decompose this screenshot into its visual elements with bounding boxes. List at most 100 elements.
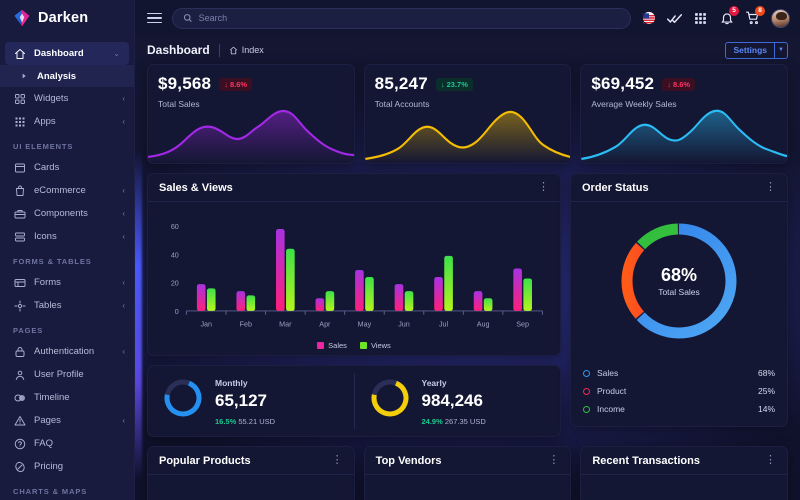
sidebar-item-timeline[interactable]: Timeline	[0, 386, 134, 409]
mini-value: 984,246	[422, 391, 486, 411]
sidebar-item-label: Icons	[34, 231, 114, 242]
order-status-row-product[interactable]: Product 25%	[583, 382, 775, 400]
brand[interactable]: Darken	[0, 0, 134, 36]
sidebar-item-pages[interactable]: Pages‹	[0, 409, 134, 432]
svg-text:60: 60	[171, 222, 179, 231]
home-icon-wrap	[13, 47, 26, 60]
flag-us-icon[interactable]	[641, 11, 656, 26]
search-icon	[183, 13, 193, 23]
brand-name: Darken	[38, 10, 88, 26]
question-circle-icon-wrap	[13, 437, 26, 450]
donut-center-value: 68%	[658, 265, 700, 286]
sidebar-item-dashboard[interactable]: Dashboard⌄	[5, 42, 129, 65]
mini-pct: 24.9%	[422, 417, 443, 426]
sales-views-header: Sales & Views ⋮	[148, 174, 560, 202]
search-box[interactable]	[172, 8, 631, 29]
donut-center-label: Total Sales	[658, 287, 700, 297]
lock-icon-wrap	[13, 345, 26, 358]
sidebar-item-ecommerce[interactable]: eCommerce ‹	[0, 179, 134, 202]
sidebar-item-forms[interactable]: Forms‹	[0, 271, 134, 294]
sidebar-subitem-analysis[interactable]: Analysis	[0, 65, 134, 87]
sidebar-item-cards[interactable]: Cards	[0, 156, 134, 179]
order-status-donut: 68%Total Sales	[571, 202, 787, 360]
sidebar-item-label: Cards	[34, 162, 125, 173]
mini-pct: 16.5%	[215, 417, 236, 426]
lock-icon	[14, 346, 26, 358]
legend-item-views[interactable]: Views	[360, 341, 391, 350]
order-status-label: Product	[597, 386, 626, 396]
toolbox-icon-wrap	[13, 207, 26, 220]
sidebar-section-pages: PAGES	[0, 317, 134, 340]
dots-vertical-icon[interactable]: ⋮	[548, 455, 559, 466]
dots-vertical-icon[interactable]: ⋮	[765, 182, 776, 193]
sidebar-item-label: eCommerce	[34, 185, 114, 196]
sidebar-section-charts-maps: CHARTS & MAPS	[0, 478, 134, 500]
settings-button[interactable]: Settings ▼	[725, 42, 788, 59]
sidebar-item-user-profile[interactable]: User Profile	[0, 363, 134, 386]
legend-item-sales[interactable]: Sales	[317, 341, 347, 350]
dots-vertical-icon[interactable]: ⋮	[538, 182, 549, 193]
sidebar-item-apps[interactable]: Apps‹	[0, 110, 134, 133]
dots-vertical-icon[interactable]: ⋮	[332, 455, 343, 466]
chevron-left-icon[interactable]: ‹	[122, 117, 125, 126]
sidebar-item-authentication[interactable]: Authentication‹	[0, 340, 134, 363]
widgets-icon	[14, 93, 26, 105]
sales-views-title: Sales & Views	[159, 182, 538, 194]
chevron-left-icon[interactable]: ‹	[122, 209, 125, 218]
chevron-left-icon[interactable]: ‹	[122, 278, 125, 287]
tag-icon	[14, 461, 26, 473]
bell-icon[interactable]: 5	[719, 11, 734, 26]
sidebar-item-label: Timeline	[34, 392, 125, 403]
sidebar-item-faq[interactable]: FAQ	[0, 432, 134, 455]
stat-sparkline	[581, 105, 787, 163]
chevron-left-icon[interactable]: ‹	[122, 94, 125, 103]
settings-label: Settings	[726, 45, 774, 55]
user-icon	[14, 369, 26, 381]
chevron-left-icon[interactable]: ‹	[122, 347, 125, 356]
sidebar-item-components[interactable]: Components‹	[0, 202, 134, 225]
order-status-header: Order Status ⋮	[571, 174, 787, 202]
order-status-value: 25%	[758, 386, 775, 396]
apps-grid-icon[interactable]	[693, 11, 708, 26]
stat-delta-badge: ↓8.6%	[662, 78, 695, 91]
settings-caret-icon[interactable]: ▼	[774, 43, 787, 58]
arrow-up-icon: ↓	[441, 80, 445, 89]
sidebar-item-widgets[interactable]: Widgets‹	[0, 87, 134, 110]
double-check-icon[interactable]	[667, 11, 682, 26]
dashboard-app: Darken Dashboard⌄AnalysisWidgets‹Apps‹UI…	[0, 0, 800, 500]
cart-icon[interactable]: 8	[745, 11, 760, 26]
topbar-icons: 5 8	[641, 9, 790, 28]
chevron-left-icon[interactable]: ‹	[122, 301, 125, 310]
sidebar-item-label: FAQ	[34, 438, 125, 449]
stat-value: $69,452	[591, 74, 654, 94]
sidebar-item-tables[interactable]: Tables‹	[0, 294, 134, 317]
mini-amount: 267.35 USD	[445, 417, 486, 426]
sidebar-item-pricing[interactable]: Pricing	[0, 455, 134, 478]
breadcrumb-item-index[interactable]: Index	[229, 45, 264, 55]
svg-text:Mar: Mar	[279, 319, 292, 328]
chevron-left-icon[interactable]: ‹	[122, 416, 125, 425]
chevron-left-icon[interactable]: ‹	[122, 186, 125, 195]
dots-vertical-icon[interactable]: ⋮	[765, 455, 776, 466]
mini-stat-yearly: Yearly984,24624.9% 267.35 USD	[354, 373, 561, 429]
svg-text:Feb: Feb	[240, 319, 252, 328]
chevron-down-icon[interactable]: ⌄	[113, 49, 120, 58]
avatar[interactable]	[771, 9, 790, 28]
bottom-card-top-vendors: Top Vendors⋮	[364, 446, 572, 500]
svg-text:Jun: Jun	[398, 319, 410, 328]
stat-value: 85,247	[375, 74, 428, 94]
stat-sparkline	[148, 105, 354, 163]
stat-delta-badge: ↓8.6%	[219, 78, 252, 91]
order-status-row-income[interactable]: Income14%	[583, 400, 775, 418]
arrow-down-icon: ↓	[224, 80, 228, 89]
chevron-left-icon[interactable]: ‹	[122, 232, 125, 241]
stat-card-2: $69,452↓8.6%Average Weekly Sales	[580, 64, 788, 164]
page-title: Dashboard	[147, 43, 210, 57]
order-status-row-sales[interactable]: Sales68%	[583, 364, 775, 382]
mini-stats-card: Monthly65,12716.5% 55.21 USDYearly984,24…	[147, 365, 561, 437]
mini-text: Monthly65,12716.5% 55.21 USD	[215, 373, 275, 429]
search-input[interactable]	[199, 13, 620, 23]
hamburger-icon[interactable]	[147, 13, 162, 24]
form-icon	[14, 277, 26, 289]
sidebar-item-icons[interactable]: Icons ‹	[0, 225, 134, 248]
